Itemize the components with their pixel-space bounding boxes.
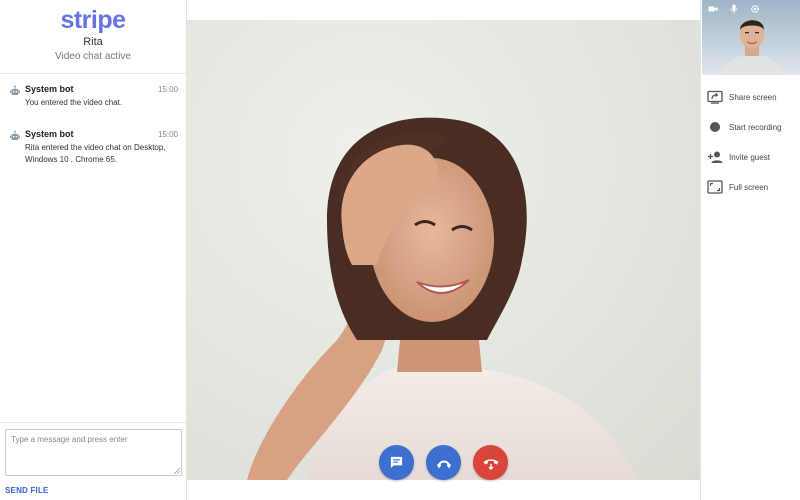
message-list: System bot 15:00 You entered the video c…: [0, 82, 186, 184]
self-video: [702, 0, 800, 75]
side-actions-panel: Share screen Start recording Invite gues…: [700, 0, 800, 500]
message-item: System bot 15:00 Rita entered the video …: [0, 127, 186, 166]
share-screen-label: Share screen: [729, 92, 777, 102]
message-input[interactable]: [5, 429, 182, 476]
message-item: System bot 15:00 You entered the video c…: [0, 82, 186, 109]
brand-logo: stripe: [60, 6, 126, 34]
settings-icon[interactable]: [750, 4, 760, 14]
chat-icon: [390, 456, 403, 469]
start-recording-button[interactable]: Start recording: [701, 112, 800, 142]
fullscreen-icon: [707, 180, 723, 194]
chat-header: stripe Rita Video chat active: [0, 0, 186, 74]
full-screen-label: Full screen: [729, 182, 769, 192]
record-icon: [710, 122, 720, 132]
remote-participant-image: [247, 117, 637, 480]
chat-toggle-button[interactable]: [379, 445, 414, 480]
message-sender: System bot: [25, 129, 74, 139]
message-text: Rita entered the video chat on Desktop, …: [25, 143, 166, 164]
action-list: Share screen Start recording Invite gues…: [701, 82, 800, 202]
hangup-icon: [483, 458, 498, 470]
switch-camera-icon: [436, 460, 451, 468]
message-sender: System bot: [25, 84, 74, 94]
share-screen-icon: [707, 90, 723, 104]
bot-icon: [10, 85, 20, 95]
share-screen-button[interactable]: Share screen: [701, 82, 800, 112]
invite-guest-button[interactable]: Invite guest: [701, 142, 800, 172]
video-top-bar: [187, 0, 700, 20]
start-recording-label: Start recording: [729, 122, 782, 132]
bot-icon: [10, 130, 20, 140]
video-chat-app: stripe Rita Video chat active System bot…: [0, 0, 800, 500]
hangup-button[interactable]: [473, 445, 508, 480]
add-person-icon: [708, 151, 723, 163]
remote-video: [187, 20, 700, 480]
contact-name: Rita: [83, 36, 103, 48]
self-view-toolbar: [702, 0, 800, 18]
contact-status: Video chat active: [55, 51, 131, 62]
message-text: You entered the video chat.: [25, 98, 123, 107]
switch-camera-button[interactable]: [426, 445, 461, 480]
resize-grip-icon[interactable]: [173, 467, 181, 475]
chat-panel: stripe Rita Video chat active System bot…: [0, 0, 187, 500]
microphone-icon[interactable]: [729, 4, 739, 14]
message-time: 15:00: [157, 85, 178, 94]
camera-icon[interactable]: [708, 4, 718, 14]
invite-guest-label: Invite guest: [729, 152, 770, 162]
call-controls: [187, 445, 700, 481]
send-file-button[interactable]: SEND FILE: [5, 486, 49, 495]
full-screen-button[interactable]: Full screen: [701, 172, 800, 202]
composer: SEND FILE: [0, 422, 186, 500]
message-time: 15:00: [157, 130, 178, 139]
video-bottom-bar: [187, 480, 700, 500]
